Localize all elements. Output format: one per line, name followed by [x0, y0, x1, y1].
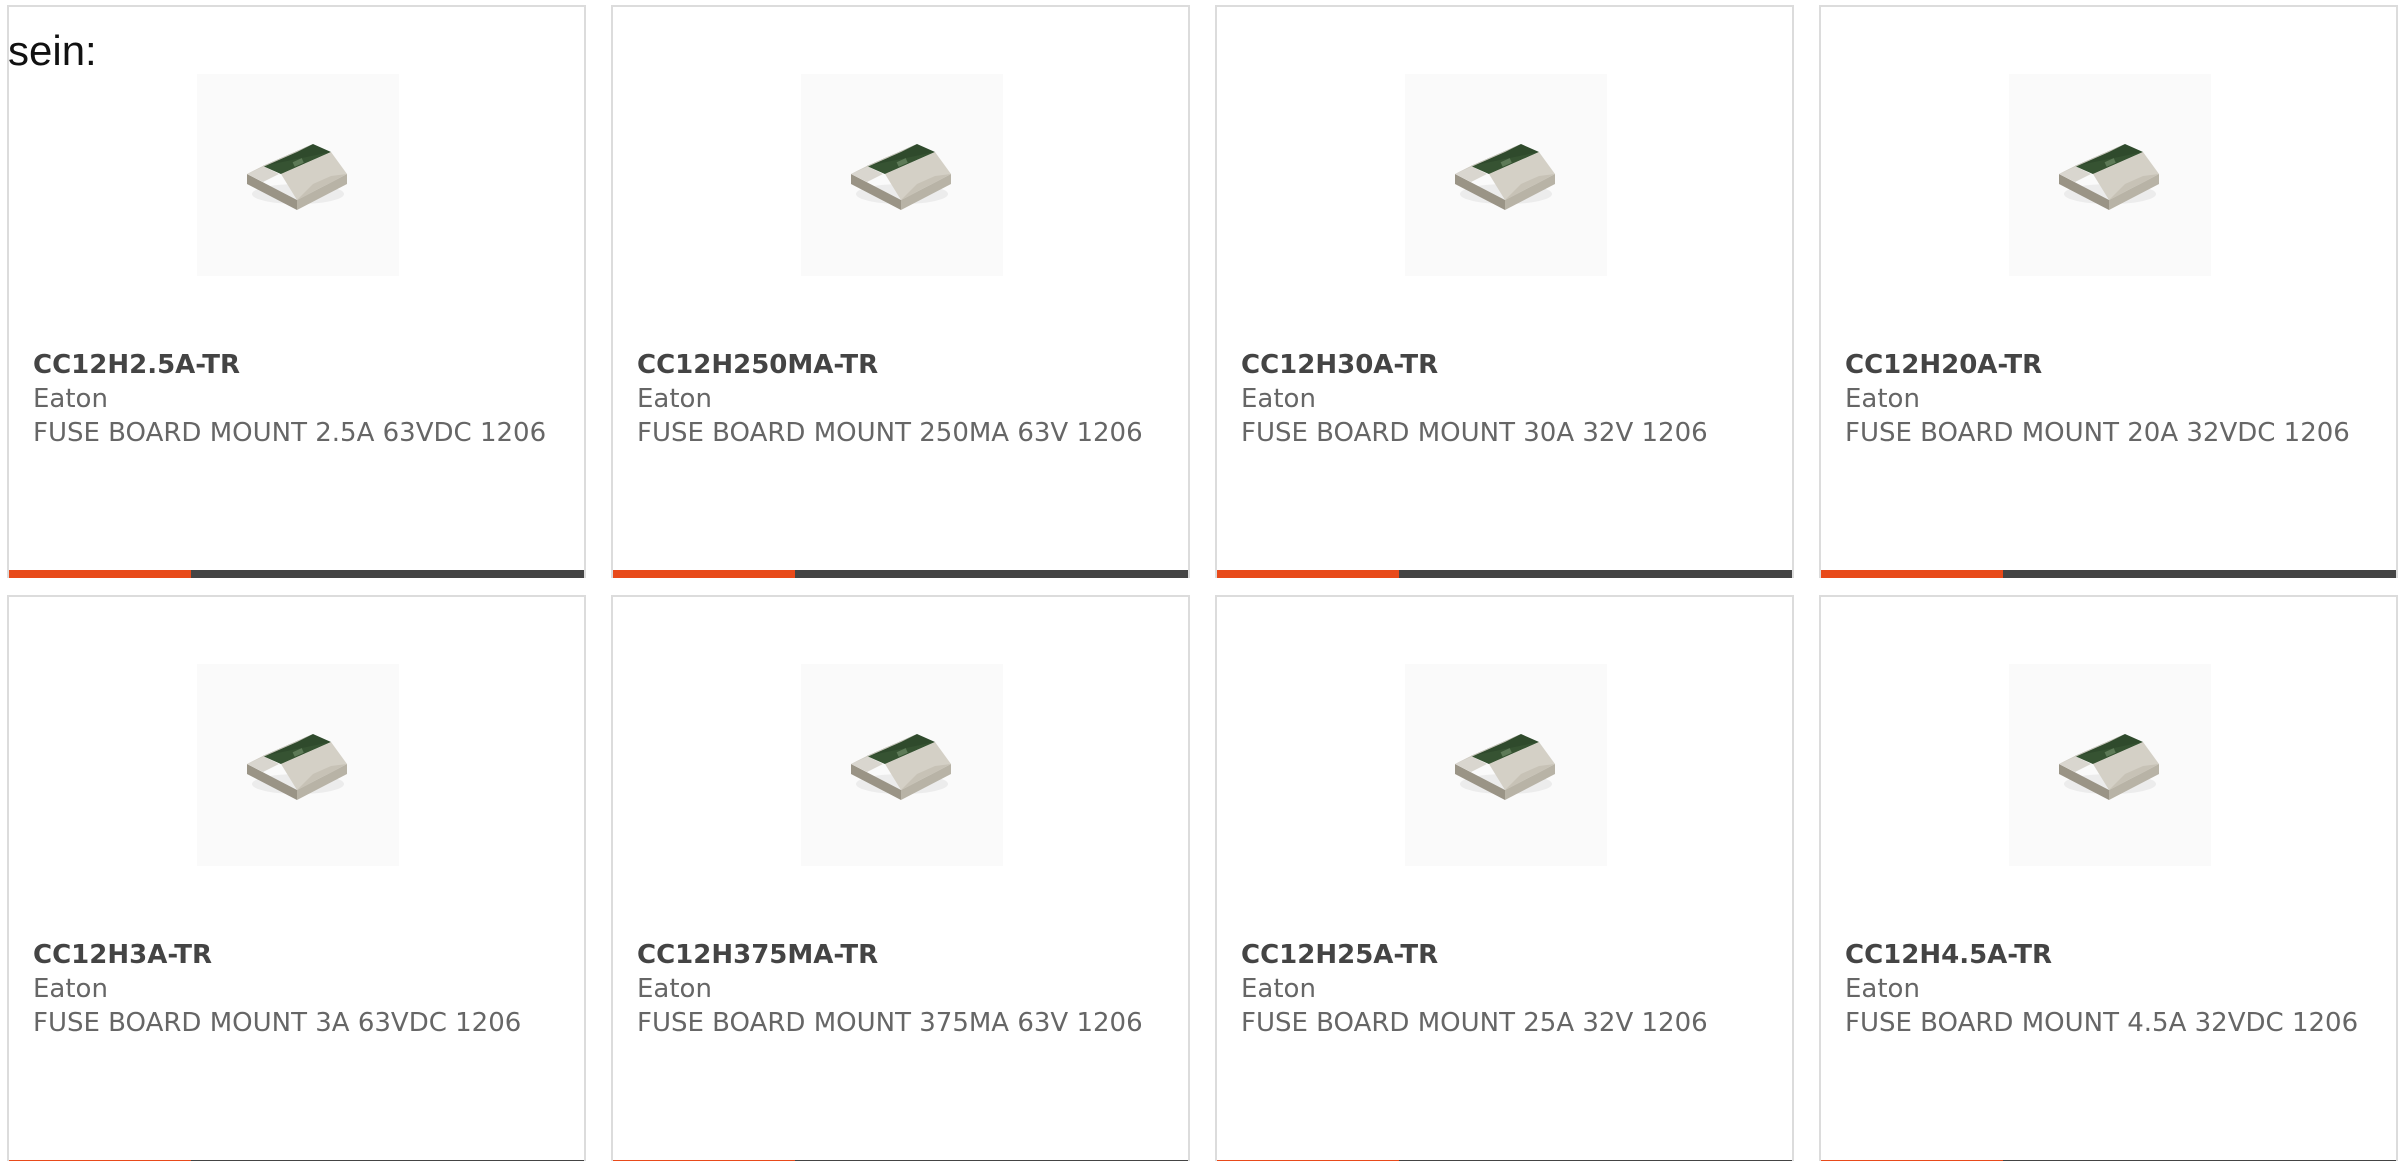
card-accent — [1217, 570, 1399, 578]
manufacturer: Eaton — [1845, 384, 1920, 414]
smd-fuse-image — [197, 664, 399, 866]
product-image[interactable] — [197, 74, 399, 276]
smd-fuse-image — [1405, 74, 1607, 276]
product-image[interactable] — [2009, 74, 2211, 276]
product-card[interactable]: CC12H250MA-TR Eaton FUSE BOARD MOUNT 250… — [611, 5, 1190, 578]
manufacturer: Eaton — [637, 974, 712, 1004]
product-card[interactable]: CC12H3A-TR Eaton FUSE BOARD MOUNT 3A 63V… — [7, 595, 586, 1161]
product-description: FUSE BOARD MOUNT 30A 32V 1206 — [1241, 418, 1708, 448]
card-accent — [9, 570, 191, 578]
smd-fuse-image — [801, 74, 1003, 276]
manufacturer: Eaton — [1845, 974, 1920, 1004]
manufacturer: Eaton — [1241, 384, 1316, 414]
part-number[interactable]: CC12H250MA-TR — [637, 348, 1172, 382]
product-description: FUSE BOARD MOUNT 3A 63VDC 1206 — [33, 1008, 522, 1038]
card-accent — [1821, 570, 2003, 578]
part-number[interactable]: CC12H375MA-TR — [637, 938, 1172, 972]
manufacturer: Eaton — [33, 384, 108, 414]
smd-fuse-image — [2009, 74, 2211, 276]
lead-text: sein: — [8, 27, 97, 74]
product-card[interactable]: CC12H25A-TR Eaton FUSE BOARD MOUNT 25A 3… — [1215, 595, 1794, 1161]
product-info: CC12H375MA-TR Eaton FUSE BOARD MOUNT 375… — [637, 938, 1172, 1040]
product-image[interactable] — [1405, 664, 1607, 866]
smd-fuse-image — [2009, 664, 2211, 866]
card-bottom-bar — [613, 570, 1188, 578]
smd-fuse-image — [801, 664, 1003, 866]
product-image[interactable] — [1405, 74, 1607, 276]
part-number[interactable]: CC12H20A-TR — [1845, 348, 2380, 382]
product-description: FUSE BOARD MOUNT 25A 32V 1206 — [1241, 1008, 1708, 1038]
product-card[interactable]: CC12H375MA-TR Eaton FUSE BOARD MOUNT 375… — [611, 595, 1190, 1161]
product-info: CC12H250MA-TR Eaton FUSE BOARD MOUNT 250… — [637, 348, 1172, 450]
product-grid: CC12H2.5A-TR Eaton FUSE BOARD MOUNT 2.5A… — [7, 5, 2398, 1161]
card-bottom-bar — [9, 570, 584, 578]
product-description: FUSE BOARD MOUNT 20A 32VDC 1206 — [1845, 418, 2350, 448]
manufacturer: Eaton — [1241, 974, 1316, 1004]
product-image[interactable] — [801, 74, 1003, 276]
smd-fuse-image — [1405, 664, 1607, 866]
product-info: CC12H3A-TR Eaton FUSE BOARD MOUNT 3A 63V… — [33, 938, 568, 1040]
product-image[interactable] — [801, 664, 1003, 866]
product-description: FUSE BOARD MOUNT 4.5A 32VDC 1206 — [1845, 1008, 2359, 1038]
product-info: CC12H30A-TR Eaton FUSE BOARD MOUNT 30A 3… — [1241, 348, 1776, 450]
card-bottom-bar — [1217, 570, 1792, 578]
part-number[interactable]: CC12H25A-TR — [1241, 938, 1776, 972]
product-info: CC12H20A-TR Eaton FUSE BOARD MOUNT 20A 3… — [1845, 348, 2380, 450]
product-description: FUSE BOARD MOUNT 375MA 63V 1206 — [637, 1008, 1143, 1038]
manufacturer: Eaton — [33, 974, 108, 1004]
product-info: CC12H4.5A-TR Eaton FUSE BOARD MOUNT 4.5A… — [1845, 938, 2380, 1040]
manufacturer: Eaton — [637, 384, 712, 414]
product-description: FUSE BOARD MOUNT 2.5A 63VDC 1206 — [33, 418, 547, 448]
product-info: CC12H25A-TR Eaton FUSE BOARD MOUNT 25A 3… — [1241, 938, 1776, 1040]
product-card[interactable]: CC12H2.5A-TR Eaton FUSE BOARD MOUNT 2.5A… — [7, 5, 586, 578]
part-number[interactable]: CC12H4.5A-TR — [1845, 938, 2380, 972]
part-number[interactable]: CC12H30A-TR — [1241, 348, 1776, 382]
smd-fuse-image — [197, 74, 399, 276]
card-accent — [613, 570, 795, 578]
product-image[interactable] — [197, 664, 399, 866]
product-card[interactable]: CC12H20A-TR Eaton FUSE BOARD MOUNT 20A 3… — [1819, 5, 2398, 578]
product-image[interactable] — [2009, 664, 2211, 866]
product-card[interactable]: CC12H4.5A-TR Eaton FUSE BOARD MOUNT 4.5A… — [1819, 595, 2398, 1161]
product-description: FUSE BOARD MOUNT 250MA 63V 1206 — [637, 418, 1143, 448]
product-card[interactable]: CC12H30A-TR Eaton FUSE BOARD MOUNT 30A 3… — [1215, 5, 1794, 578]
card-bottom-bar — [1821, 570, 2396, 578]
part-number[interactable]: CC12H3A-TR — [33, 938, 568, 972]
product-info: CC12H2.5A-TR Eaton FUSE BOARD MOUNT 2.5A… — [33, 348, 568, 450]
part-number[interactable]: CC12H2.5A-TR — [33, 348, 568, 382]
